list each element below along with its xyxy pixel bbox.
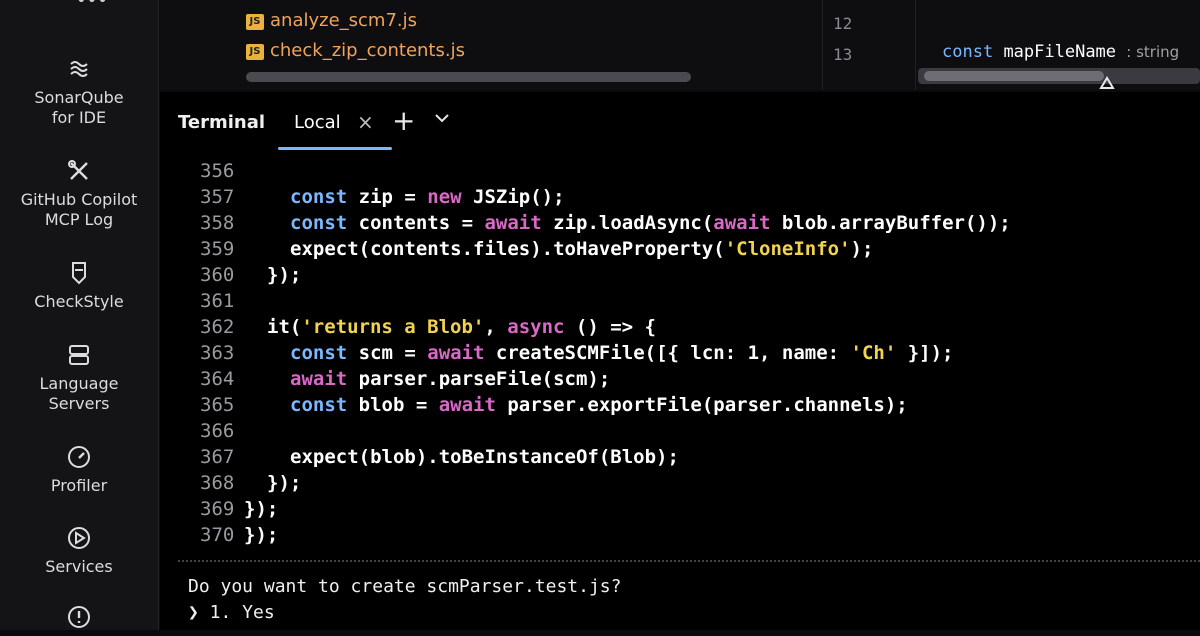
type-hint: : string	[1126, 43, 1180, 61]
play-circle-icon	[66, 525, 92, 551]
alert-circle-icon	[66, 604, 92, 630]
rail-item-language-servers[interactable]: Language Servers	[0, 342, 158, 414]
rail-item-profiler[interactable]: Profiler	[0, 444, 158, 496]
code-text: const contents = await zip.loadAsync(awa…	[290, 212, 1011, 234]
tab-local[interactable]: Local	[294, 112, 341, 133]
chevron-down-icon[interactable]	[432, 108, 452, 128]
add-tab-icon[interactable]: +	[392, 104, 415, 137]
close-icon[interactable]: ×	[357, 110, 374, 134]
rail-item-label: Profiler	[50, 476, 108, 495]
code-text: });	[267, 472, 302, 494]
rail-item-services[interactable]: Services	[0, 525, 158, 577]
tree-file-check-zip-contents[interactable]: JS check_zip_contents.js	[246, 40, 465, 61]
line-number: 12	[833, 14, 853, 33]
js-file-icon: JS	[246, 14, 264, 30]
terminal-panel[interactable]: Terminal Local × + 356 357 const zip = ne…	[160, 92, 1200, 630]
code-text: await parser.parseFile(scm);	[290, 368, 611, 390]
more-icon[interactable]: •••	[76, 0, 108, 11]
server-icon	[66, 342, 92, 368]
horizontal-scrollbar[interactable]	[246, 72, 691, 82]
gauge-icon	[66, 444, 92, 470]
code-text: const scm = await createSCMFile([{ lcn: …	[290, 342, 954, 364]
tools-icon	[66, 158, 92, 184]
prompt-question: Do you want to create scmParser.test.js?	[188, 576, 622, 597]
rail-item-label: CheckStyle	[34, 292, 124, 311]
active-tab-indicator	[278, 147, 392, 150]
sonarqube-icon	[66, 56, 92, 82]
prompt-divider	[178, 560, 1200, 562]
code-text: const zip = new JSZip();	[290, 186, 565, 208]
editor-horizontal-scrollbar[interactable]	[918, 68, 1200, 84]
rail-item-label: SonarQube for IDE	[34, 88, 124, 127]
checkstyle-icon	[66, 260, 92, 286]
editor-pane[interactable]: const mapFileName : string	[916, 0, 1200, 90]
tree-file-analyze-scm7[interactable]: JS analyze_scm7.js	[246, 10, 417, 31]
code-text: });	[244, 524, 279, 546]
rail-item-label: Services	[45, 557, 113, 576]
rail-item-label: Language Servers	[39, 374, 119, 413]
code-text: });	[244, 498, 279, 520]
rail-item-copilot-mcp-log[interactable]: GitHub Copilot MCP Log	[0, 158, 158, 230]
editor-code-line: const mapFileName : string	[942, 42, 1180, 62]
prompt-option-yes[interactable]: ❯ 1. Yes	[188, 602, 275, 623]
clipped-line	[310, 134, 322, 156]
rail-item-sonarqube[interactable]: SonarQube for IDE	[0, 56, 158, 128]
editor-gutter: 12 13	[822, 0, 916, 90]
tool-window-rail: ••• SonarQube for IDE GitHub Copilot MCP…	[0, 0, 159, 630]
code-text: const blob = await parser.exportFile(par…	[290, 394, 908, 416]
line-number: 13	[833, 45, 853, 64]
code-text: it('returns a Blob', async () => {	[267, 316, 656, 338]
terminal-title: Terminal	[178, 112, 266, 133]
code-text: expect(contents.files).toHaveProperty('C…	[290, 238, 874, 260]
rail-item-checkstyle[interactable]: CheckStyle	[0, 260, 158, 312]
js-file-icon: JS	[246, 44, 264, 60]
code-text: });	[267, 264, 302, 286]
rail-item-problems[interactable]	[0, 604, 158, 636]
project-tree: JS analyze_scm7.js JS check_zip_contents.j…	[160, 0, 822, 90]
rail-item-label: GitHub Copilot MCP Log	[20, 190, 138, 229]
code-text: expect(blob).toBeInstanceOf(Blob);	[290, 446, 679, 468]
